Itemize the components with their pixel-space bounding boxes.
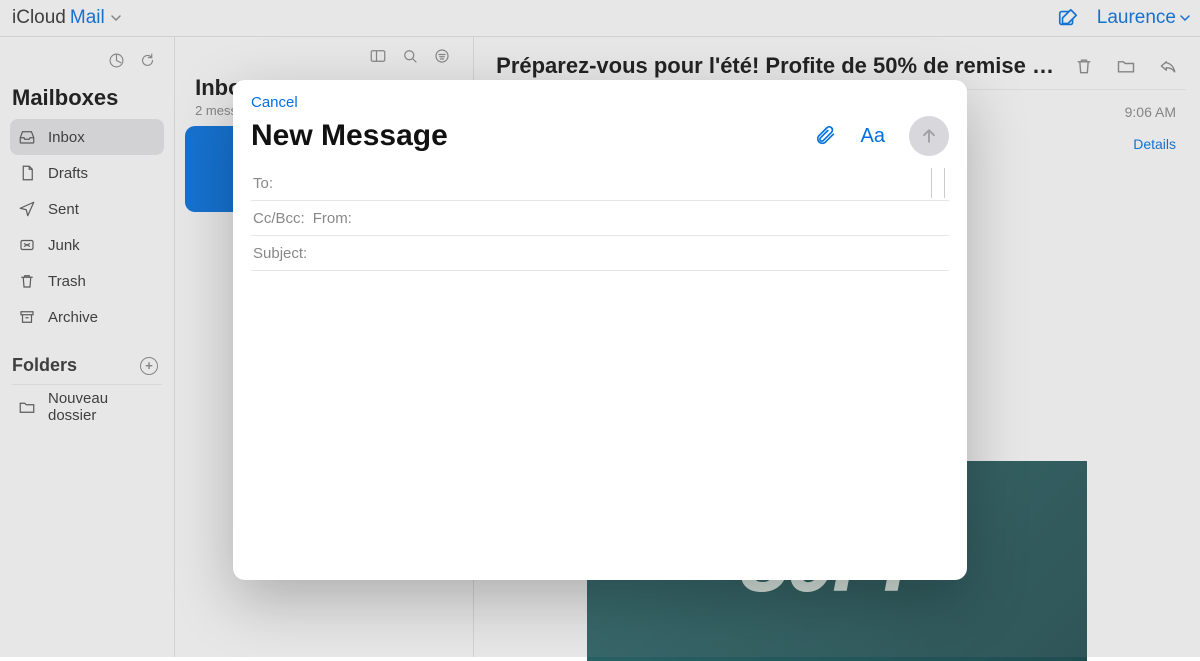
subject-label: Subject:	[253, 245, 307, 262]
compose-modal: Cancel New Message Aa To: Cc/Bcc: From:	[233, 80, 967, 580]
subject-row: Subject:	[251, 236, 949, 271]
to-input[interactable]	[281, 166, 947, 200]
send-button[interactable]	[909, 116, 949, 156]
format-button[interactable]: Aa	[861, 125, 885, 148]
ccbcc-label: Cc/Bcc:	[253, 210, 305, 227]
compose-fields: To: Cc/Bcc: From: Subject:	[251, 166, 949, 271]
subject-input[interactable]	[315, 236, 947, 270]
cancel-button[interactable]: Cancel	[251, 94, 298, 111]
ccbcc-row[interactable]: Cc/Bcc: From:	[251, 201, 949, 236]
compose-header: New Message Aa	[251, 116, 949, 156]
from-label: From:	[313, 210, 352, 227]
compose-title: New Message	[251, 119, 448, 153]
to-row: To:	[251, 166, 949, 201]
contacts-picker-handle[interactable]	[931, 168, 945, 198]
compose-actions: Aa	[815, 116, 949, 156]
to-label: To:	[253, 175, 273, 192]
attach-button[interactable]	[815, 125, 837, 147]
modal-overlay: Cancel New Message Aa To: Cc/Bcc: From:	[0, 0, 1200, 657]
